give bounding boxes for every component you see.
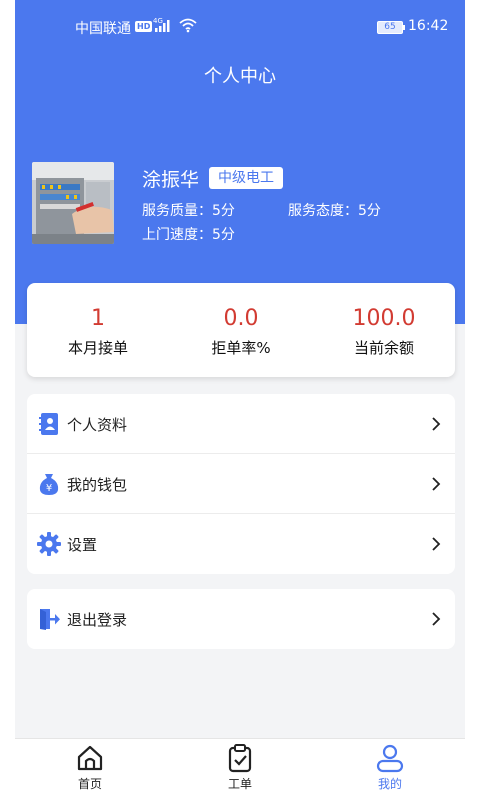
bottom-tab-bar: 首页 工单 我的: [15, 738, 465, 800]
user-icon: [376, 744, 404, 773]
carrier-name: 中国联通: [75, 21, 131, 37]
tab-label: 我的: [377, 777, 402, 791]
tab-label: 首页: [77, 777, 102, 791]
profile-book-icon: [37, 412, 61, 436]
wifi-icon: [179, 17, 197, 37]
app-screen: 中国联通 HD 4G 65 16:42 个人中心 涂振华 中级电工 服务质量：5…: [15, 0, 465, 800]
stat-value: 0.0: [223, 306, 259, 331]
menu-item-profile[interactable]: 个人资料: [27, 394, 455, 454]
logout-door-icon: [37, 607, 61, 631]
avatar[interactable]: [32, 162, 114, 244]
stat-label: 本月接单: [67, 339, 128, 357]
status-bar: 中国联通 HD 4G 65 16:42: [15, 0, 465, 52]
logout-card: 退出登录: [27, 589, 455, 649]
stat-value: 100.0: [352, 306, 416, 331]
user-name: 涂振华: [142, 169, 200, 191]
money-bag-icon: ¥: [37, 472, 61, 496]
menu-label: 个人资料: [67, 416, 128, 434]
hd-badge: HD: [135, 21, 153, 32]
page-title: 个人中心: [204, 66, 276, 87]
battery-icon: 65: [377, 21, 405, 34]
svg-text:¥: ¥: [46, 483, 52, 494]
network-type: 4G: [153, 17, 163, 25]
menu-item-wallet[interactable]: ¥ 我的钱包: [27, 454, 455, 514]
chevron-right-icon: [431, 416, 441, 432]
chevron-right-icon: [431, 476, 441, 492]
tab-orders[interactable]: 工单: [190, 743, 290, 792]
gear-icon: [37, 532, 61, 556]
stat-balance[interactable]: 100.0 当前余额: [313, 305, 455, 358]
menu-card: 个人资料 ¥ 我的钱包 设置: [27, 394, 455, 574]
tab-home[interactable]: 首页: [40, 743, 140, 792]
tab-label: 工单: [227, 777, 252, 791]
clipboard-check-icon: [228, 744, 252, 773]
signal-icon: 4G: [153, 16, 175, 38]
level-badge: 中级电工: [209, 167, 283, 189]
chevron-right-icon: [431, 611, 441, 627]
tab-mine[interactable]: 我的: [340, 743, 440, 792]
service-quality: 服务质量：5分: [142, 203, 235, 219]
menu-label: 我的钱包: [67, 476, 128, 494]
stat-value: 1: [91, 306, 105, 331]
visit-speed: 上门速度：5分: [142, 227, 235, 243]
home-icon: [77, 745, 103, 771]
clock: 16:42: [408, 18, 449, 34]
logout-button[interactable]: 退出登录: [27, 589, 455, 649]
stat-rejection-rate[interactable]: 0.0 拒单率%: [170, 305, 312, 358]
menu-label: 退出登录: [67, 611, 128, 629]
menu-item-settings[interactable]: 设置: [27, 514, 455, 574]
menu-label: 设置: [67, 536, 98, 554]
stats-card: 1 本月接单 0.0 拒单率% 100.0 当前余额: [27, 283, 455, 377]
service-attitude: 服务态度：5分: [288, 203, 381, 219]
stat-label: 拒单率%: [211, 339, 271, 357]
stat-label: 当前余额: [353, 339, 414, 357]
chevron-right-icon: [431, 536, 441, 552]
stat-monthly-orders[interactable]: 1 本月接单: [27, 305, 169, 358]
